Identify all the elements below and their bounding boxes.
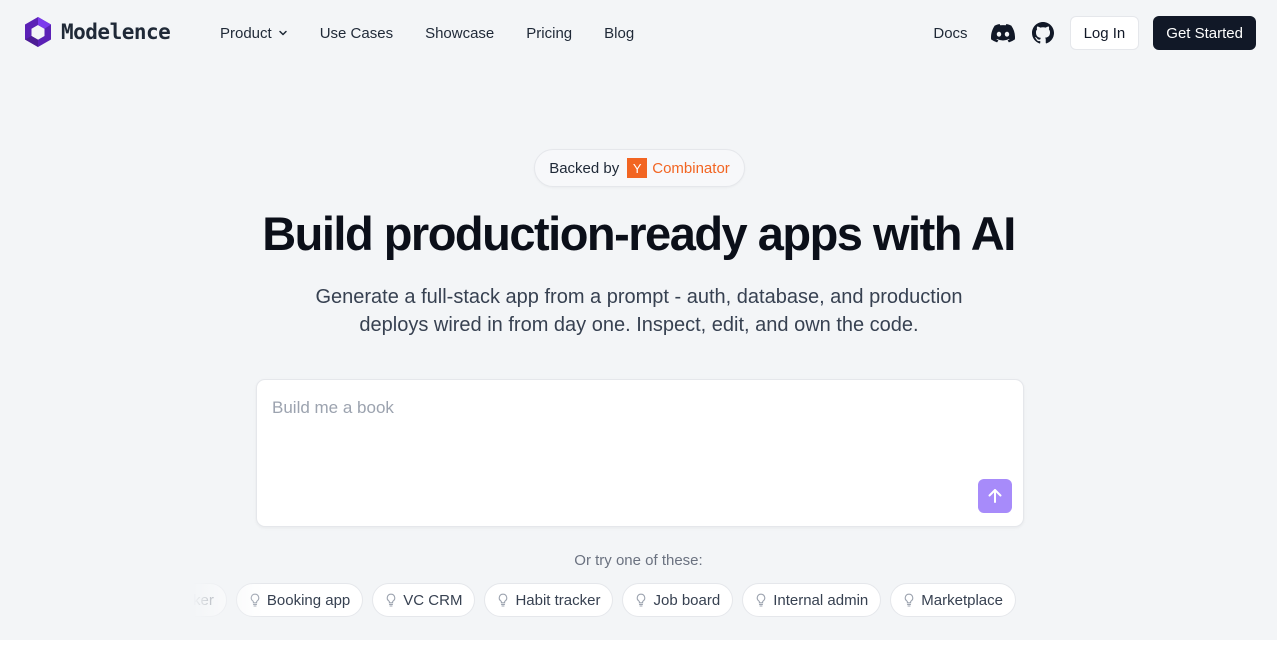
chevron-down-icon (278, 30, 287, 36)
get-started-button[interactable]: Get Started (1153, 16, 1256, 50)
suggestions-label: Or try one of these: (574, 552, 703, 569)
nav-item-showcase[interactable]: Showcase (425, 25, 494, 42)
site-header: Modelence Product Use Cases Showcase Pri… (0, 0, 1277, 66)
suggestion-chip-label: Issue tracker (193, 591, 214, 609)
suggestion-chip[interactable]: Issue tracker (193, 583, 227, 617)
page-divider (0, 640, 1277, 651)
discord-icon (990, 23, 1015, 42)
lightbulb-icon (905, 593, 914, 607)
discord-link[interactable] (990, 20, 1016, 46)
header-actions: Docs Log In Get Started (933, 0, 1256, 66)
hero-subheadline: Generate a full-stack app from a prompt … (315, 286, 963, 336)
suggestion-chip-label: Habit tracker (515, 591, 601, 609)
brand-name: Modelence (61, 20, 171, 44)
suggestion-chip-label: Internal admin (773, 591, 869, 609)
lightbulb-icon (250, 593, 260, 607)
hexagon-cube-logo-icon (25, 17, 51, 47)
github-icon (1031, 22, 1054, 44)
nav-item-use-cases[interactable]: Use Cases (320, 25, 393, 42)
lightbulb-icon (499, 593, 508, 607)
arrow-up-icon (988, 489, 1002, 503)
suggestion-chip[interactable]: Booking app (235, 583, 364, 617)
main-nav: Product Use Cases Showcase Pricing Blog (220, 0, 666, 66)
nav-item-label: Blog (604, 24, 635, 42)
backed-by-badge[interactable]: Backed by Y Combinator (534, 149, 745, 187)
lightbulb-icon (637, 593, 646, 607)
suggestion-chip[interactable]: Habit tracker (484, 583, 614, 617)
fade-right (1013, 583, 1083, 617)
send-button[interactable] (978, 479, 1012, 513)
nav-item-label: Showcase (425, 24, 495, 42)
nav-item-label: Pricing (526, 24, 573, 42)
prompt-input[interactable] (272, 398, 972, 478)
nav-item-label: Product (220, 24, 272, 42)
badge-name: Combinator (652, 159, 730, 177)
suggestion-chip-label: Marketplace (921, 591, 1003, 609)
suggestion-chip[interactable]: Internal admin (742, 583, 882, 617)
lightbulb-icon (387, 593, 396, 607)
suggestion-chip-label: VC CRM (403, 591, 463, 609)
login-button[interactable]: Log In (1069, 16, 1140, 50)
docs-link[interactable]: Docs (933, 25, 967, 42)
suggestion-chips: Issue tracker Booking app VC CRM Habit trac… (193, 583, 1083, 617)
github-link[interactable] (1030, 20, 1056, 46)
badge-prefix: Backed by (549, 159, 620, 177)
suggestion-chip[interactable]: Job board (622, 583, 734, 617)
brand-logo[interactable]: Modelence (23, 16, 171, 48)
suggestion-chip-track: Issue tracker Booking app VC CRM Habit trac… (193, 583, 1016, 617)
suggestion-chip[interactable]: Marketplace (890, 583, 1016, 617)
nav-item-product[interactable]: Product (220, 25, 288, 42)
nav-item-label: Use Cases (319, 24, 394, 42)
prompt-box (256, 379, 1024, 527)
lightbulb-icon (756, 593, 766, 607)
nav-item-pricing[interactable]: Pricing (526, 25, 572, 42)
suggestion-chip-label: Job board (653, 591, 721, 609)
suggestion-chip-label: Booking app (266, 591, 351, 609)
suggestion-chip[interactable]: VC CRM (372, 583, 476, 617)
hero-headline: Build production-ready apps with AI (262, 207, 1016, 260)
nav-item-blog[interactable]: Blog (604, 25, 634, 42)
y-combinator-logo: Y (627, 158, 648, 178)
